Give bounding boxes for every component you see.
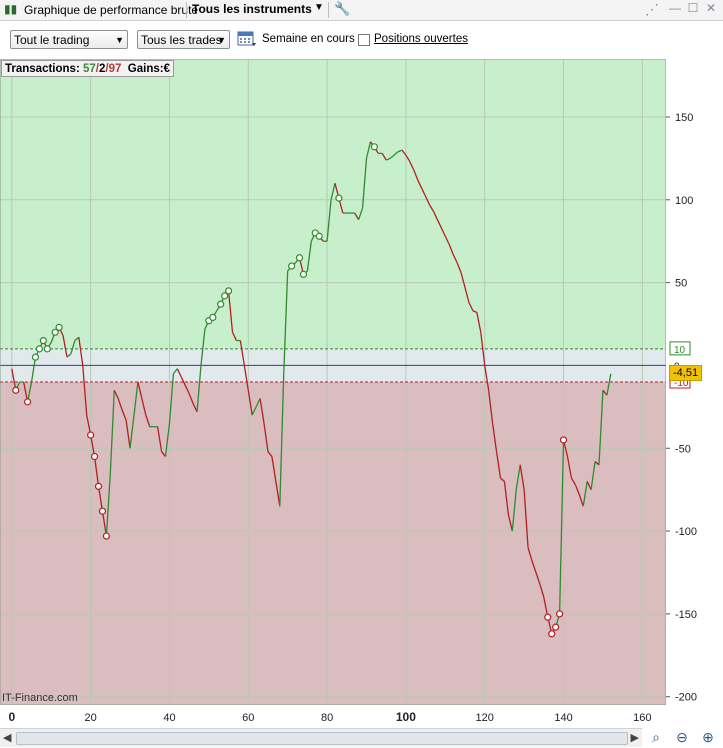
y-axis: 15010050-50-100-150-200100-10	[666, 59, 723, 705]
low-marker	[98, 507, 107, 515]
high-marker	[209, 313, 217, 321]
minimize-icon[interactable]: —	[668, 1, 682, 15]
chart-app-icon: ▮▮	[4, 2, 18, 16]
current-value-tag: -4,51	[669, 364, 703, 381]
close-icon[interactable]: ✕	[704, 1, 718, 15]
positive-zone	[0, 59, 666, 349]
low-marker	[552, 623, 560, 631]
low-marker	[90, 452, 99, 461]
share-icon[interactable]: ⋰	[645, 1, 659, 18]
high-marker	[39, 336, 47, 345]
high-marker	[335, 194, 343, 202]
high-marker	[31, 353, 40, 361]
high-marker	[315, 232, 323, 240]
transactions-summary: Transactions: 57/2/97 Gains:€	[1, 60, 174, 77]
y-tick-label: -50	[675, 443, 691, 455]
x-tick-label: 80	[321, 712, 333, 724]
window-title: Graphique de performance brute	[24, 3, 199, 17]
low-marker	[87, 431, 95, 439]
y-tick-label: 50	[675, 278, 687, 290]
negative-zone	[0, 382, 666, 705]
open-positions-checkbox[interactable]	[358, 34, 370, 46]
scroll-right-icon[interactable]: ▶	[631, 731, 639, 744]
high-marker	[224, 287, 233, 295]
low-marker	[94, 482, 103, 490]
high-marker	[217, 300, 225, 308]
open-positions-label[interactable]: Positions ouvertes	[374, 33, 468, 45]
maximize-icon[interactable]: ☐	[686, 1, 700, 15]
zoom-fit-icon[interactable]: ⌕	[646, 729, 666, 747]
x-tick-label: 20	[85, 712, 97, 724]
currency-symbol: €	[163, 63, 170, 75]
trading-scope-value: Tout le trading	[14, 33, 90, 47]
x-tick-label: 120	[476, 712, 494, 724]
y-tick-label: 100	[675, 195, 693, 207]
x-axis: 0 20 40 60 80 100 120 140 160	[0, 705, 666, 727]
trades-filter-value: Tous les trades	[141, 33, 222, 47]
x-tick-label: 140	[554, 712, 572, 724]
calendar-icon[interactable]	[237, 30, 257, 48]
performance-chart[interactable]	[0, 59, 666, 705]
horizontal-scrollbar[interactable]: ◀ ▶	[0, 728, 642, 747]
watermark: IT-Finance.com	[2, 692, 78, 704]
title-separator	[328, 2, 329, 18]
x-tick-label: 0	[8, 710, 15, 724]
high-marker	[55, 323, 63, 331]
high-marker	[299, 270, 308, 278]
chevron-down-icon[interactable]: ▼	[314, 2, 324, 13]
trades-filter-select[interactable]: Tous les trades ▼	[137, 30, 230, 49]
high-marker	[370, 143, 378, 151]
wrench-icon[interactable]: 🔧	[334, 1, 350, 17]
toolbar: Tout le trading ▼ Tous les trades ▼ Sema…	[0, 21, 723, 59]
high-marker	[288, 262, 296, 270]
high-marker	[295, 254, 304, 262]
low-marker	[548, 630, 556, 638]
title-bar: ▮▮ Graphique de performance brute Tous l…	[0, 0, 723, 21]
scroll-left-icon[interactable]: ◀	[3, 731, 11, 744]
x-tick-label: 160	[633, 712, 651, 724]
zoom-out-icon[interactable]: ⊖	[672, 729, 692, 747]
low-marker	[555, 610, 564, 618]
y-tick-label: 150	[675, 112, 693, 124]
losing-count: 97	[108, 63, 122, 75]
title-separator	[186, 2, 187, 18]
low-marker	[559, 436, 568, 444]
scrollbar-thumb[interactable]	[16, 732, 628, 745]
gains-label: Gains:	[127, 63, 164, 75]
chevron-down-icon: ▼	[115, 35, 124, 45]
band-value-label: 10	[674, 345, 686, 356]
high-marker	[43, 345, 51, 353]
low-marker	[12, 386, 20, 394]
instrument-selector[interactable]: Tous les instruments	[192, 2, 312, 16]
x-tick-label: 60	[242, 712, 254, 724]
y-tick-label: -200	[675, 692, 697, 704]
zoom-in-icon[interactable]: ⊕	[698, 729, 718, 747]
x-tick-label: 40	[163, 712, 175, 724]
y-tick-label: -100	[675, 526, 697, 538]
low-marker	[102, 532, 111, 540]
period-label[interactable]: Semaine en cours	[262, 33, 355, 45]
winning-count: 57	[82, 63, 96, 75]
low-marker	[23, 398, 32, 406]
high-marker	[35, 345, 44, 353]
x-tick-label: 100	[396, 710, 416, 724]
y-tick-label: -150	[675, 609, 697, 621]
trading-scope-select[interactable]: Tout le trading ▼	[10, 30, 128, 49]
transactions-label: Transactions:	[5, 63, 80, 75]
chevron-down-icon: ▼	[217, 35, 226, 45]
low-marker	[544, 613, 552, 621]
